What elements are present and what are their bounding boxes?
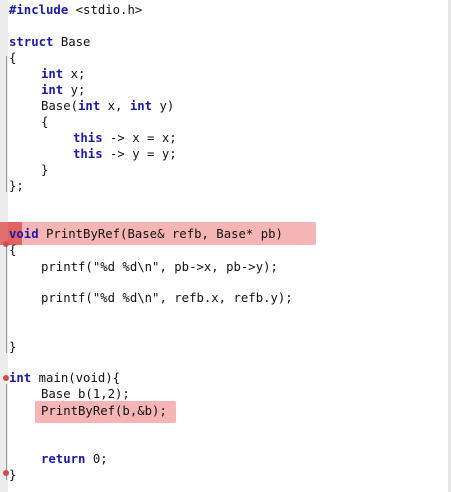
code-line[interactable]: Base(int x, int y) [9,98,174,114]
fold-guide-printbyref [6,245,7,353]
code-line[interactable]: }; [9,178,24,194]
code-line[interactable]: int y; [9,82,85,98]
keyword: struct [9,35,54,49]
code-text: y) [152,99,175,113]
preprocessor-directive: #include [9,3,69,17]
code-editor[interactable]: #include <stdio.h> struct Base { int x; … [0,0,451,492]
keyword: this [73,147,103,161]
keyword: int [78,99,101,113]
code-line[interactable]: } [9,467,16,483]
code-line[interactable]: { [9,114,48,130]
code-line[interactable]: struct Base [9,34,90,50]
code-line[interactable]: this -> y = y; [9,146,177,162]
keyword: int [129,99,153,113]
code-line[interactable]: printf("%d %d\n", refb.x, refb.y); [9,290,293,306]
code-line[interactable]: this -> x = x; [9,130,177,146]
code-text: x; [63,67,86,81]
code-text: PrintByRef(b,&b); [41,404,167,418]
code-line[interactable]: return 0; [9,451,108,467]
fold-guide-struct [6,56,7,192]
code-line[interactable]: printf("%d %d\n", pb->x, pb->y); [9,259,278,275]
keyword: int [41,67,64,81]
code-line[interactable]: } [9,339,16,355]
code-text: } [9,340,17,354]
code-line[interactable]: { [9,50,16,66]
code-text: { [9,243,17,257]
keyword: void [9,227,39,241]
code-text: { [41,115,49,129]
code-text: x, [100,99,130,113]
code-text: 0; [85,452,108,466]
code-text: Base( [41,99,79,113]
code-line[interactable]: { [9,242,16,258]
keyword: return [41,452,86,466]
code-text: printf("%d %d\n", pb->x, pb->y); [41,260,278,274]
code-line[interactable]: int main(void){ [9,370,120,386]
code-text: } [41,163,49,177]
code-text: Base [53,35,91,49]
code-text: main(void){ [31,371,121,385]
code-line[interactable]: void PrintByRef(Base& refb, Base* pb) [9,226,283,242]
code-text: printf("%d %d\n", refb.x, refb.y); [41,291,293,305]
code-text: y; [63,83,86,97]
keyword: int [41,83,64,97]
code-line[interactable]: int x; [9,66,85,82]
code-text: }; [9,179,24,193]
code-text: Base b(1,2); [41,387,130,401]
keyword: int [9,371,32,385]
code-text: } [9,468,17,482]
code-text: -> x = x; [102,131,177,145]
code-line[interactable]: #include <stdio.h> [9,2,142,18]
code-line[interactable]: } [9,162,48,178]
code-text: -> y = y; [102,147,177,161]
code-text: { [9,51,17,65]
code-text: PrintByRef(Base& refb, Base* pb) [38,227,283,241]
code-line[interactable]: PrintByRef(b,&b); [9,403,167,419]
code-text: <stdio.h> [68,3,143,17]
code-line[interactable]: Base b(1,2); [9,386,130,402]
keyword: this [73,131,103,145]
fold-guide-main [6,384,7,480]
